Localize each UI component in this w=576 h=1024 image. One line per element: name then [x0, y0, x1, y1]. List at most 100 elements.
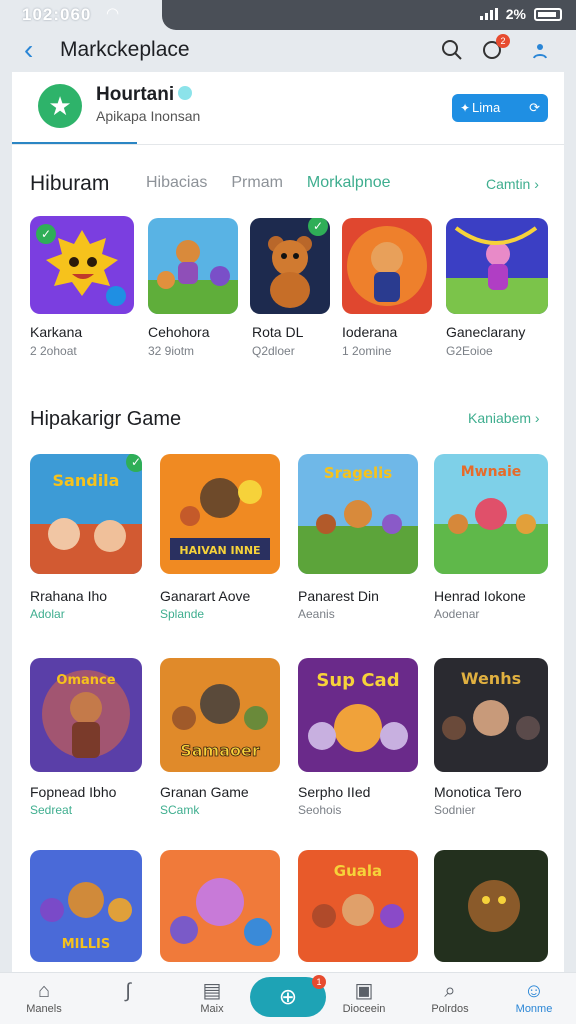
- see-more-link[interactable]: Camtin ›: [486, 176, 539, 192]
- game-art-castle-heroes: MILLIS: [30, 850, 142, 962]
- game-tile[interactable]: [342, 218, 432, 314]
- nav-label: Manels: [26, 1003, 62, 1015]
- art-text: Guala: [334, 862, 382, 880]
- game-art-cute-creatures: [160, 850, 280, 962]
- item-name: Serpho IIed: [298, 784, 371, 800]
- app-bar: ‹ Markckeplace 2: [0, 30, 576, 72]
- tab-hibacias[interactable]: Hibacias: [146, 174, 207, 192]
- item-name: Karkana: [30, 324, 83, 340]
- bottom-nav: ⌂ Manels ∫ ▤ Maix ⊕ 1 ▣ Dioceein ⌕ Polrd…: [0, 972, 576, 1024]
- center-action-button[interactable]: ⊕ 1: [250, 975, 326, 1017]
- section-title-hipakarigr: Hipakarigr Game: [30, 408, 182, 430]
- game-tile[interactable]: Sandila ✓: [30, 454, 142, 574]
- nav-polrdos[interactable]: ⌕ Polrdos: [410, 979, 490, 1015]
- profile-header: ★ Hourtani Apikapa Inonsan ✦ Lima ⟳: [12, 72, 564, 144]
- game-tile[interactable]: Samaoer: [160, 658, 280, 772]
- main-content: ★ Hourtani Apikapa Inonsan ✦ Lima ⟳ Hibu…: [12, 72, 564, 972]
- nav-link[interactable]: ∫: [88, 979, 168, 1003]
- game-tile[interactable]: ✓: [30, 216, 134, 314]
- item-name: Rrahana Iho: [30, 588, 108, 604]
- check-badge-icon: ✓: [126, 454, 142, 472]
- nav-label: Maix: [200, 1003, 224, 1015]
- profile-action-label: Lima: [472, 100, 501, 115]
- signal-icon: [479, 8, 498, 20]
- item-subtitle: Splande: [160, 607, 205, 621]
- game-art-family: Sandila: [30, 454, 142, 574]
- item-name: Cehohora: [148, 324, 210, 340]
- profile-action-button[interactable]: ✦ Lima ⟳: [452, 94, 548, 122]
- game-art-forest-monster: [434, 850, 548, 962]
- category-tabs: Hibacias Prmam Morkalpnoe: [146, 174, 391, 192]
- art-text: Sup Cad: [316, 670, 399, 691]
- game-art-forest-critters: [148, 218, 238, 314]
- game-tile[interactable]: MILLIS: [30, 850, 142, 962]
- refresh-icon: ⟳: [529, 100, 540, 115]
- item-subtitle: Adolar: [30, 607, 65, 621]
- game-tile[interactable]: Sragelis: [298, 454, 418, 574]
- game-tile[interactable]: Guala: [298, 850, 418, 962]
- item-subtitle: Aeanis: [298, 607, 335, 621]
- wifi-icon: ◠: [106, 5, 120, 22]
- nav-label: Polrdos: [431, 1003, 469, 1015]
- game-tile[interactable]: ✓: [250, 218, 330, 314]
- item-name: Fopnead Ibho: [30, 784, 117, 800]
- tab-prmam[interactable]: Prmam: [231, 174, 283, 192]
- profile-name: Hourtani: [96, 84, 175, 105]
- nav-maix[interactable]: ▤ Maix: [172, 979, 252, 1015]
- game-tile[interactable]: Wenhs: [434, 658, 548, 772]
- home-icon: ⌂: [37, 980, 51, 1002]
- game-tile[interactable]: Sup Cad: [298, 658, 418, 772]
- item-subtitle: 1 2omine: [342, 344, 392, 358]
- game-tile[interactable]: [160, 850, 280, 962]
- search-icon: ⌕: [444, 980, 456, 1002]
- tab-morkalpnoe[interactable]: Morkalpnoe: [307, 174, 391, 192]
- game-tile[interactable]: Omance: [30, 658, 142, 772]
- game-art-goblins: Samaoer: [160, 658, 280, 772]
- notification-bell-icon[interactable]: 2: [480, 34, 510, 62]
- game-art-warrior: Omance: [30, 658, 142, 772]
- item-subtitle: Sodnier: [434, 803, 476, 817]
- see-more-label: Kaniabem: [468, 410, 532, 426]
- nav-home[interactable]: ⌂ Manels: [4, 979, 84, 1015]
- item-name: Ioderana: [342, 324, 398, 340]
- item-name: Henrad Iokone: [434, 588, 526, 604]
- item-subtitle: 32 9iotm: [148, 344, 195, 358]
- game-tile[interactable]: [148, 218, 238, 314]
- game-tile[interactable]: HAIVAN INNE: [160, 454, 280, 574]
- game-tile[interactable]: Mwnaie: [434, 454, 548, 574]
- profile-icon: ☺: [523, 980, 545, 1002]
- item-subtitle: Seohois: [298, 803, 342, 817]
- nav-dioceein[interactable]: ▣ Dioceein: [324, 979, 404, 1015]
- tag-icon: ✦: [460, 101, 471, 115]
- document-icon: ▤: [202, 980, 222, 1002]
- art-text: Sandila: [53, 471, 120, 490]
- item-name: Monotica Tero: [434, 784, 522, 800]
- game-tile[interactable]: [434, 850, 548, 962]
- see-more-label: Camtin: [486, 176, 531, 192]
- see-more-link[interactable]: Kaniabem ›: [468, 410, 540, 426]
- art-text: Sragelis: [324, 464, 393, 482]
- compass-icon: ⊕: [278, 984, 298, 1009]
- item-name: Rota DL: [252, 324, 304, 340]
- art-text: HAIVAN INNE: [179, 544, 260, 557]
- art-text: Samaoer: [180, 741, 260, 760]
- item-subtitle: Q2dloer: [252, 344, 295, 358]
- nav-monme[interactable]: ☺ Monme: [494, 979, 574, 1015]
- profile-icon[interactable]: [528, 38, 552, 62]
- profile-subtitle: Apikapa Inonsan: [96, 108, 201, 124]
- verified-dot-icon: [178, 86, 192, 100]
- link-icon: ∫: [125, 980, 131, 1002]
- game-art-party-crew: Guala: [298, 850, 418, 962]
- item-subtitle: Aodenar: [434, 607, 480, 621]
- art-text: MILLIS: [62, 937, 111, 952]
- game-art-hero-dog: [342, 218, 432, 314]
- item-name: Granan Game: [160, 784, 249, 800]
- star-logo-icon: ★: [38, 84, 82, 128]
- game-tile[interactable]: [446, 218, 548, 314]
- nav-label: Monme: [515, 1003, 553, 1015]
- game-art-jungle-party: Mwnaie: [434, 454, 548, 574]
- back-arrow-icon[interactable]: ‹: [24, 36, 33, 64]
- art-text: Omance: [56, 673, 115, 688]
- item-subtitle: 2 2ohoat: [30, 344, 77, 358]
- search-icon[interactable]: [440, 38, 464, 62]
